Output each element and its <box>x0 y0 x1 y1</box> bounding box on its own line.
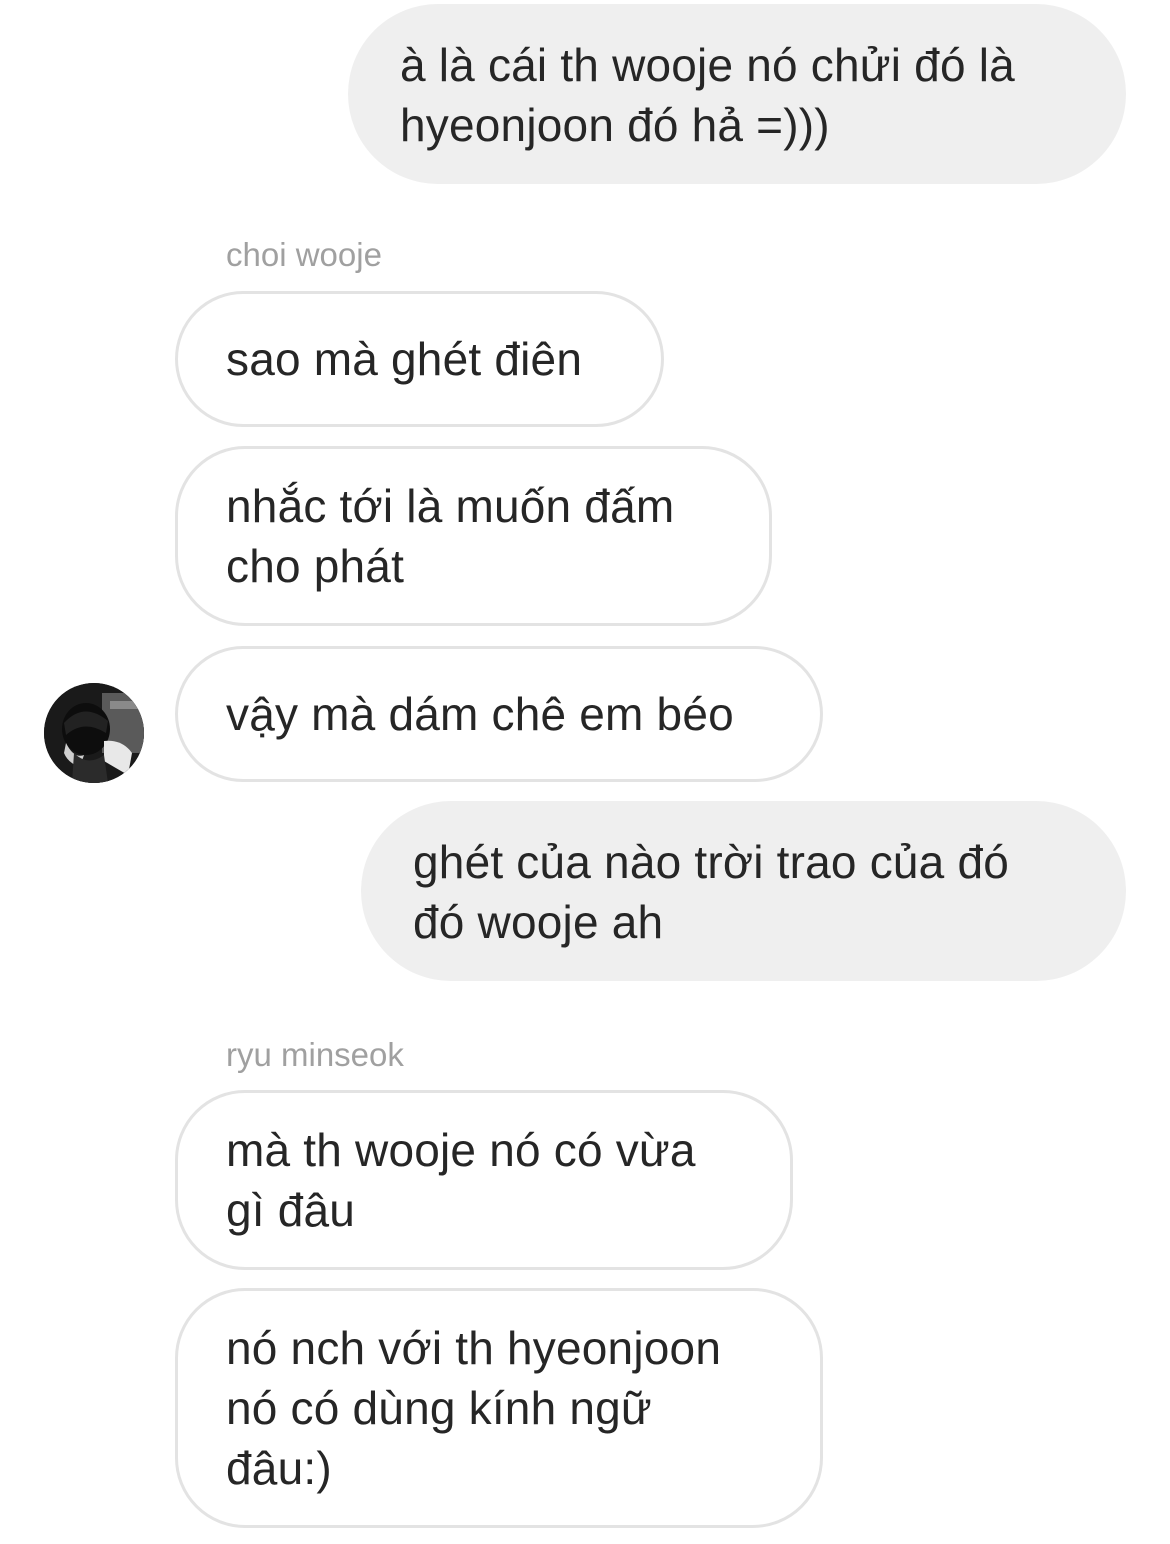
message-text: à là cái th wooje nó chửi đó là <box>400 39 1015 91</box>
message-text: ghét của nào trời trao của đó <box>413 836 1010 888</box>
message-text: vậy mà dám chê em béo <box>226 688 734 740</box>
profile-photo-icon <box>44 683 144 783</box>
message-text: gì đâu <box>226 1184 356 1236</box>
message-text: sao mà ghét điên <box>226 333 583 385</box>
received-message-bubble[interactable]: nó nch với th hyeonjoon nó có dùng kính … <box>175 1288 823 1528</box>
message-text: đâu:) <box>226 1442 332 1494</box>
message-text: nó nch với th hyeonjoon <box>226 1322 722 1374</box>
sender-avatar[interactable] <box>44 683 144 783</box>
message-text: đó wooje ah <box>413 896 664 948</box>
message-text: hyeonjoon đó hả =))) <box>400 99 830 151</box>
message-text: cho phát <box>226 540 405 592</box>
sender-name: ryu minseok <box>226 1036 404 1073</box>
sent-message-bubble[interactable]: ghét của nào trời trao của đó đó wooje a… <box>361 801 1126 981</box>
sent-message-bubble[interactable]: à là cái th wooje nó chửi đó là hyeonjoo… <box>348 4 1126 184</box>
message-text: nhắc tới là muốn đấm <box>226 480 675 532</box>
sender-name: choi wooje <box>226 236 382 273</box>
message-text: nó có dùng kính ngữ <box>226 1382 652 1434</box>
received-message-bubble[interactable]: mà th wooje nó có vừa gì đâu <box>175 1090 793 1270</box>
received-message-bubble[interactable]: sao mà ghét điên <box>175 291 664 427</box>
received-message-bubble[interactable]: nhắc tới là muốn đấm cho phát <box>175 446 772 626</box>
received-message-bubble[interactable]: vậy mà dám chê em béo <box>175 646 823 782</box>
message-text: mà th wooje nó có vừa <box>226 1124 696 1176</box>
